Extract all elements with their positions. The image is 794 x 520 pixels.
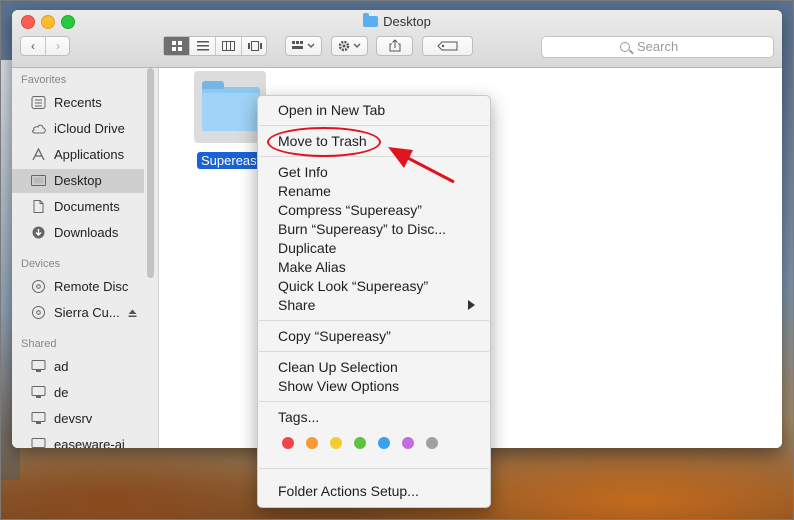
selected-folder-item[interactable] — [194, 71, 266, 143]
sidebar-item-recents[interactable]: Recents — [12, 91, 144, 115]
menu-separator — [259, 468, 489, 469]
columns-icon — [222, 41, 235, 51]
favorites-header: Favorites — [21, 74, 67, 86]
menu-item-compress[interactable]: Compress “Supereasy” — [278, 202, 422, 218]
menu-item-share[interactable]: Share — [278, 297, 315, 313]
gear-icon — [338, 40, 360, 52]
sidebar-item-desktop[interactable]: Desktop — [12, 169, 144, 193]
share-button[interactable] — [376, 36, 413, 56]
menu-item-burn-to-disc[interactable]: Burn “Supereasy” to Disc... — [278, 221, 446, 237]
search-icon — [620, 42, 630, 52]
gallery-icon — [247, 41, 262, 51]
group-by-button[interactable] — [285, 36, 322, 56]
tag-orange[interactable] — [306, 437, 318, 449]
sidebar-item-downloads[interactable]: Downloads — [12, 221, 144, 245]
display-icon — [31, 438, 46, 448]
disc-icon — [32, 306, 45, 319]
menu-item-folder-actions-setup[interactable]: Folder Actions Setup... — [278, 483, 419, 499]
submenu-arrow-icon — [468, 300, 475, 310]
devices-header: Devices — [21, 258, 61, 270]
sidebar-scrollbar[interactable] — [147, 68, 154, 278]
tag-icon — [436, 41, 457, 51]
disc-icon — [32, 280, 45, 293]
document-icon — [33, 200, 44, 213]
applications-icon — [32, 148, 45, 161]
sidebar-item-remote-disc[interactable]: Remote Disc — [12, 275, 144, 299]
menu-separator — [259, 401, 489, 402]
display-icon — [31, 386, 46, 398]
grid-icon — [171, 41, 182, 51]
title-bar: Desktop ‹ › Search — [12, 10, 782, 68]
menu-item-tags[interactable]: Tags... — [278, 409, 319, 425]
sidebar-item-easeware-ai[interactable]: easeware-ai — [12, 433, 144, 448]
menu-separator — [259, 125, 489, 126]
tag-red[interactable] — [282, 437, 294, 449]
back-button[interactable]: ‹ — [21, 37, 46, 55]
edit-tags-button[interactable] — [422, 36, 473, 56]
menu-item-get-info[interactable]: Get Info — [278, 164, 328, 180]
recents-icon — [31, 96, 46, 109]
list-view-button[interactable] — [190, 37, 216, 55]
display-icon — [31, 412, 46, 424]
sidebar-item-sierra[interactable]: Sierra Cu... — [12, 301, 144, 325]
menu-item-rename[interactable]: Rename — [278, 183, 331, 199]
tag-green[interactable] — [354, 437, 366, 449]
arrange-icon — [291, 41, 314, 49]
icon-view-button[interactable] — [164, 37, 190, 55]
menu-separator — [259, 156, 489, 157]
window-title: Desktop — [12, 13, 782, 29]
download-icon — [32, 226, 45, 239]
search-placeholder: Search — [637, 39, 679, 54]
tag-blue[interactable] — [378, 437, 390, 449]
eject-icon[interactable] — [128, 309, 137, 318]
sidebar-item-de[interactable]: de — [12, 381, 144, 405]
desktop-icon — [31, 175, 46, 186]
menu-item-clean-up-selection[interactable]: Clean Up Selection — [278, 359, 398, 375]
menu-item-make-alias[interactable]: Make Alias — [278, 259, 346, 275]
context-menu: Open in New Tab Move to Trash Get Info R… — [257, 95, 491, 508]
menu-item-quick-look[interactable]: Quick Look “Supereasy” — [278, 278, 428, 294]
cloud-icon — [32, 124, 46, 134]
menu-item-open-in-new-tab[interactable]: Open in New Tab — [278, 102, 385, 118]
forward-button[interactable]: › — [46, 37, 70, 55]
shared-header: Shared — [21, 338, 57, 350]
view-mode-group — [163, 36, 267, 56]
menu-separator — [259, 320, 489, 321]
list-icon — [196, 41, 209, 51]
nav-button-group: ‹ › — [20, 36, 70, 56]
sidebar-item-ad[interactable]: ad — [12, 355, 144, 379]
sidebar-item-documents[interactable]: Documents — [12, 195, 144, 219]
gallery-view-button[interactable] — [242, 37, 267, 55]
menu-item-show-view-options[interactable]: Show View Options — [278, 378, 399, 394]
tag-purple[interactable] — [402, 437, 414, 449]
search-field[interactable]: Search — [541, 36, 774, 58]
menu-item-duplicate[interactable]: Duplicate — [278, 240, 336, 256]
display-icon — [31, 360, 46, 372]
column-view-button[interactable] — [216, 37, 242, 55]
action-button[interactable] — [331, 36, 368, 56]
tag-gray[interactable] — [426, 437, 438, 449]
sidebar-item-devsrv[interactable]: devsrv — [12, 407, 144, 431]
menu-separator — [259, 351, 489, 352]
sidebar-item-icloud-drive[interactable]: iCloud Drive — [12, 117, 144, 141]
highlight-ellipse — [267, 127, 381, 157]
sidebar: Favorites Recents iCloud Drive Applicati… — [12, 68, 159, 448]
share-icon — [389, 39, 400, 52]
folder-icon — [202, 81, 260, 131]
menu-item-copy[interactable]: Copy “Supereasy” — [278, 328, 391, 344]
tag-yellow[interactable] — [330, 437, 342, 449]
sidebar-item-applications[interactable]: Applications — [12, 143, 144, 167]
folder-icon — [363, 13, 379, 27]
